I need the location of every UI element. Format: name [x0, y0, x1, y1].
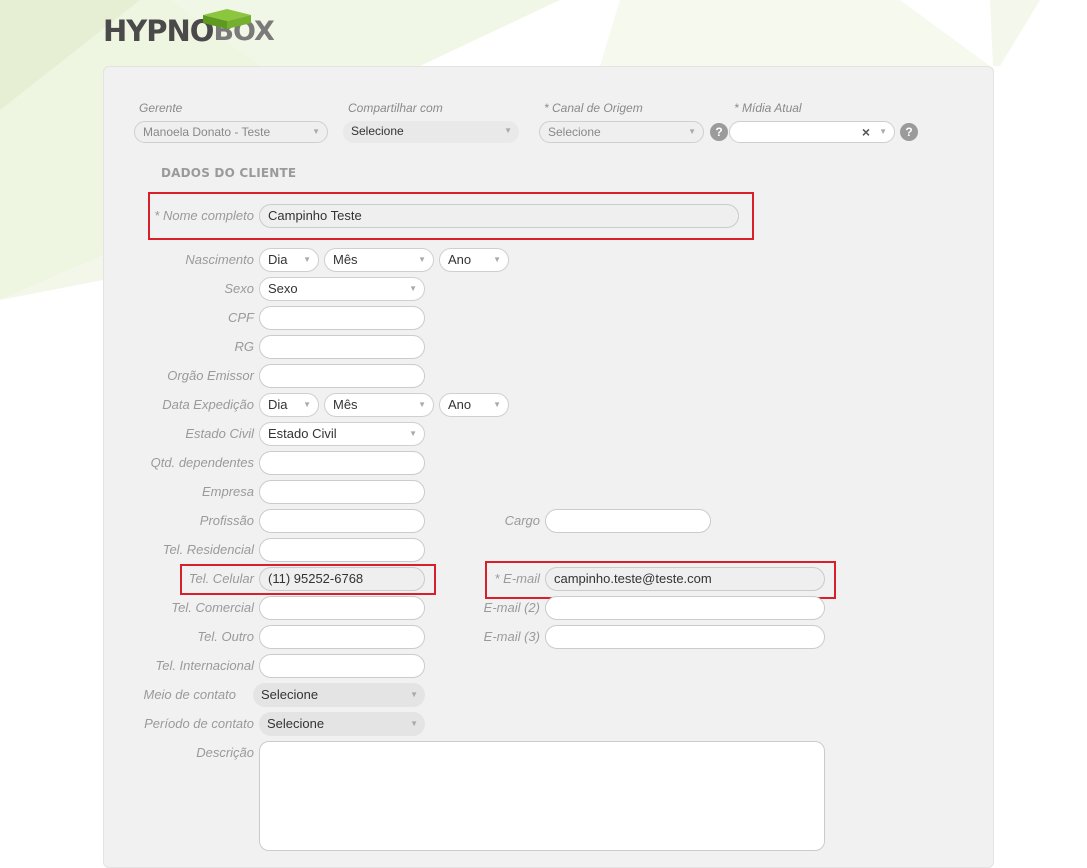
tel-residencial-input[interactable] — [259, 538, 425, 562]
tel-celular-highlight — [180, 564, 436, 595]
empresa-label: Empresa — [201, 484, 254, 499]
logo-cube-icon — [203, 9, 251, 29]
gerente-label: Gerente — [139, 101, 183, 115]
estado-civil-label: Estado Civil — [185, 426, 254, 441]
sexo-select[interactable]: Sexo ▼ — [259, 277, 425, 301]
email-highlight — [485, 561, 836, 599]
estado-civil-select[interactable]: Estado Civil ▼ — [259, 422, 425, 446]
logo-text-hypno: HYPNO — [103, 14, 214, 48]
cpf-input[interactable] — [259, 306, 425, 330]
chevron-down-icon: ▼ — [410, 690, 418, 699]
tel-outro-label: Tel. Outro — [197, 629, 254, 644]
email2-input[interactable] — [545, 596, 825, 620]
tel-comercial-label: Tel. Comercial — [171, 600, 254, 615]
cargo-input[interactable] — [545, 509, 711, 533]
periodo-contato-select[interactable]: Selecione ▼ — [259, 712, 425, 736]
meio-contato-label: Meio de contato — [143, 687, 236, 702]
nome-highlight — [148, 192, 754, 240]
canal-select[interactable]: Selecione ▼ — [539, 121, 704, 143]
nascimento-mes-select[interactable]: Mês ▼ — [324, 248, 434, 272]
nascimento-ano-value: Ano — [448, 252, 472, 267]
rg-input[interactable] — [259, 335, 425, 359]
cpf-label: CPF — [228, 310, 254, 325]
compartilhar-value: Selecione — [351, 124, 404, 138]
midia-label: * Mídia Atual — [734, 101, 802, 115]
midia-select[interactable]: × ▼ — [729, 121, 895, 143]
chevron-down-icon: ▼ — [879, 127, 887, 136]
expedicao-dia-value: Dia — [268, 397, 288, 412]
nascimento-dia-value: Dia — [268, 252, 288, 267]
rg-label: RG — [234, 339, 255, 354]
gerente-select[interactable]: Manoela Donato - Teste ▼ — [134, 121, 328, 143]
profissao-input[interactable] — [259, 509, 425, 533]
expedicao-ano-value: Ano — [448, 397, 472, 412]
sexo-value: Sexo — [268, 281, 298, 296]
periodo-contato-label: Período de contato — [144, 716, 254, 731]
tel-internacional-input[interactable] — [259, 654, 425, 678]
hypnobox-logo: HYPNO BOX — [103, 7, 275, 55]
tel-internacional-label: Tel. Internacional — [155, 658, 254, 673]
chevron-down-icon: ▼ — [410, 719, 418, 728]
chevron-down-icon: ▼ — [409, 429, 417, 438]
canal-value: Selecione — [548, 125, 601, 139]
meio-contato-select[interactable]: Selecione ▼ — [253, 683, 425, 707]
section-title: DADOS DO CLIENTE — [152, 164, 306, 182]
chevron-down-icon: ▼ — [418, 400, 426, 409]
orgao-label: Orgão Emissor — [167, 368, 254, 383]
canal-help-icon[interactable]: ? — [710, 123, 728, 141]
sexo-label: Sexo — [224, 281, 254, 296]
compartilhar-label: Compartilhar com — [348, 101, 443, 115]
meio-contato-value: Selecione — [261, 687, 319, 702]
canal-label: * Canal de Origem — [544, 101, 643, 115]
chevron-down-icon: ▼ — [303, 255, 311, 264]
profissao-label: Profissão — [199, 513, 254, 528]
expedicao-mes-value: Mês — [333, 397, 358, 412]
email2-label: E-mail (2) — [483, 600, 540, 615]
nascimento-mes-value: Mês — [333, 252, 358, 267]
expedicao-dia-select[interactable]: Dia ▼ — [259, 393, 319, 417]
descricao-label: Descrição — [196, 745, 254, 760]
periodo-contato-value: Selecione — [267, 716, 325, 731]
estado-civil-value: Estado Civil — [268, 426, 337, 441]
chevron-down-icon: ▼ — [409, 284, 417, 293]
chevron-down-icon: ▼ — [493, 255, 501, 264]
email3-input[interactable] — [545, 625, 825, 649]
expedicao-ano-select[interactable]: Ano ▼ — [439, 393, 509, 417]
empresa-input[interactable] — [259, 480, 425, 504]
expedicao-mes-select[interactable]: Mês ▼ — [324, 393, 434, 417]
dependentes-input[interactable] — [259, 451, 425, 475]
tel-residencial-label: Tel. Residencial — [162, 542, 254, 557]
gerente-value: Manoela Donato - Teste — [143, 125, 271, 139]
chevron-down-icon: ▼ — [504, 126, 512, 135]
nascimento-label: Nascimento — [185, 252, 254, 267]
tel-comercial-input[interactable] — [259, 596, 425, 620]
chevron-down-icon: ▼ — [418, 255, 426, 264]
chevron-down-icon: ▼ — [312, 127, 320, 136]
orgao-input[interactable] — [259, 364, 425, 388]
nascimento-dia-select[interactable]: Dia ▼ — [259, 248, 319, 272]
dependentes-label: Qtd. dependentes — [150, 455, 254, 470]
nascimento-ano-select[interactable]: Ano ▼ — [439, 248, 509, 272]
cargo-label: Cargo — [504, 513, 540, 528]
clear-icon[interactable]: × — [862, 122, 870, 142]
descricao-textarea[interactable] — [259, 741, 825, 851]
chevron-down-icon: ▼ — [493, 400, 501, 409]
email3-label: E-mail (3) — [483, 629, 540, 644]
compartilhar-select[interactable]: Selecione ▼ — [343, 121, 519, 143]
chevron-down-icon: ▼ — [688, 127, 696, 136]
chevron-down-icon: ▼ — [303, 400, 311, 409]
midia-help-icon[interactable]: ? — [900, 123, 918, 141]
tel-outro-input[interactable] — [259, 625, 425, 649]
expedicao-label: Data Expedição — [162, 397, 254, 412]
